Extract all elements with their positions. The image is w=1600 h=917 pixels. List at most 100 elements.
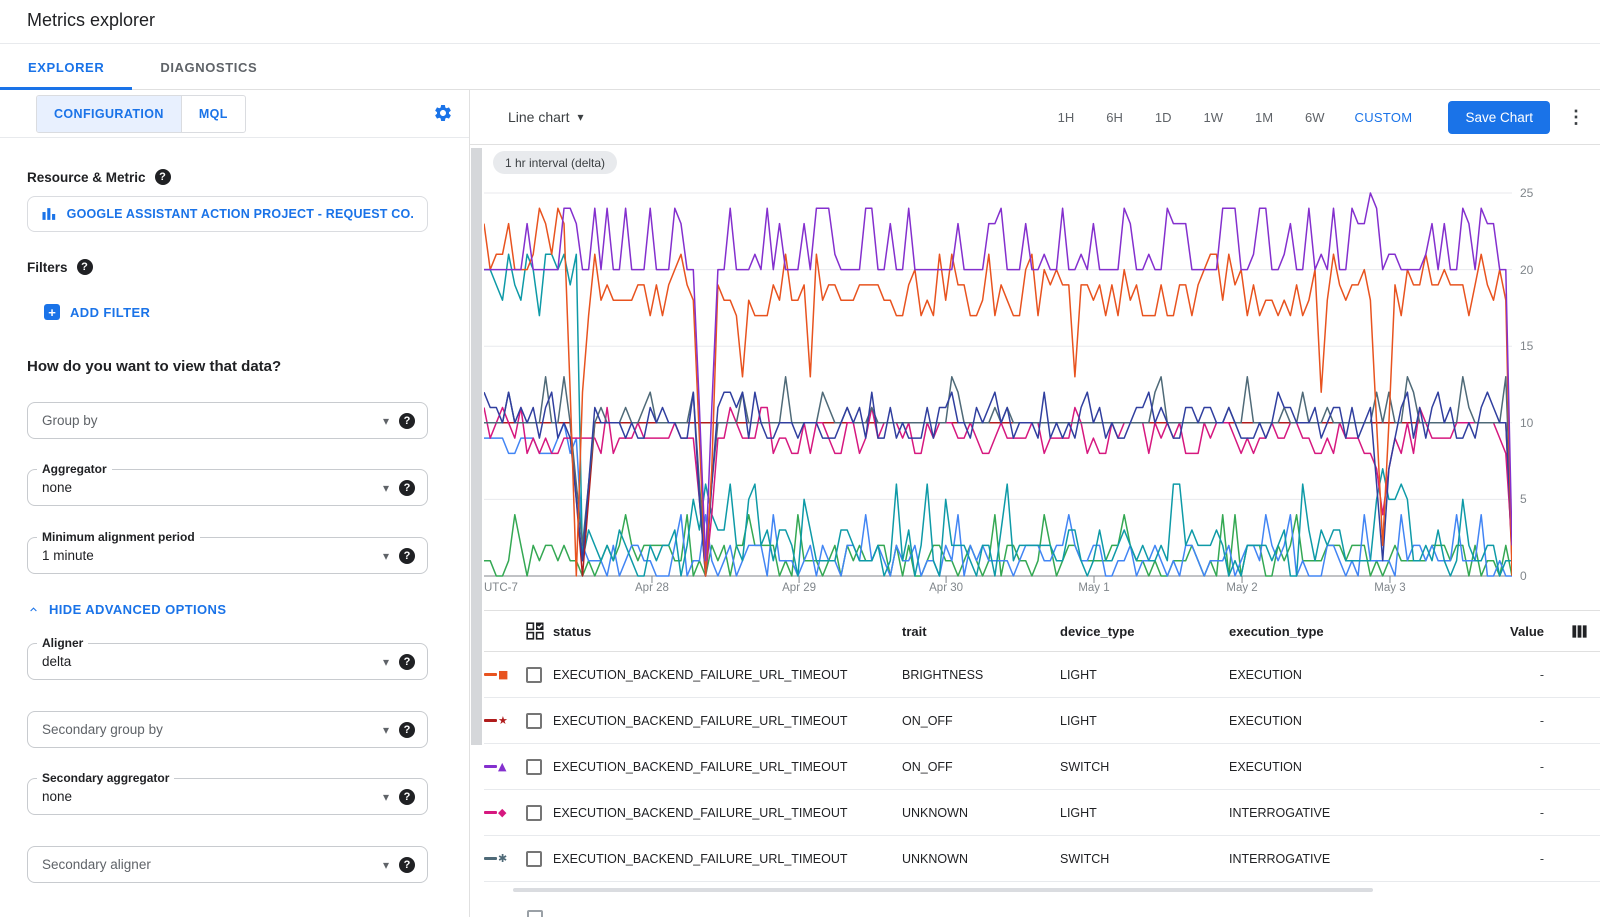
min-alignment-select[interactable]: Minimum alignment period 1 minute ▾ ? [27,537,428,574]
range-custom[interactable]: CUSTOM [1355,110,1413,125]
column-header-status[interactable]: status [553,624,902,639]
secondary-aggregator-label: Secondary aggregator [37,771,174,785]
chart-panel: Line chart ▾ CUSTOM 1H 6H 1D 1W 1M 6W Save Ch… [470,90,1600,917]
settings-gear-icon[interactable] [433,103,453,123]
chevron-down-icon: ▾ [383,790,389,804]
help-icon[interactable]: ? [399,480,415,496]
mode-mql-button[interactable]: MQL [181,96,245,132]
interval-chip: 1 hr interval (delta) [493,151,617,174]
view-data-heading: How do you want to view that data? [27,358,281,375]
secondary-aggregator-select[interactable]: Secondary aggregator none ▾ ? [27,778,428,815]
resource-metric-label-row: Resource & Metric ? [27,169,171,185]
range-1h[interactable]: 1H [1058,110,1075,125]
select-all-series-icon[interactable] [526,622,544,640]
mode-configuration-button[interactable]: CONFIGURATION [37,96,181,132]
series-checkbox[interactable] [527,910,543,917]
series-checkbox[interactable] [526,759,542,775]
column-settings-icon[interactable] [1571,623,1588,640]
help-icon[interactable]: ? [399,857,415,873]
aggregator-label: Aggregator [37,462,112,476]
x-tick-label: May 1 [1054,582,1134,594]
resource-metric-value: GOOGLE ASSISTANT ACTION PROJECT - REQUES… [67,207,414,221]
help-icon[interactable]: ? [77,259,93,275]
cell-trait: BRIGHTNESS [902,668,1060,682]
hide-advanced-options-toggle[interactable]: HIDE ADVANCED OPTIONS [27,602,226,617]
range-6h[interactable]: 6H [1106,110,1123,125]
aligner-value: delta [42,654,383,669]
range-1m[interactable]: 1M [1255,110,1273,125]
range-6w[interactable]: 6W [1305,110,1325,125]
chevron-down-icon: ▾ [383,549,389,563]
resource-metric-selector[interactable]: GOOGLE ASSISTANT ACTION PROJECT - REQUES… [27,196,428,232]
configuration-panel: CONFIGURATION MQL Resource & Metric ? GO… [0,90,470,917]
x-tick-label: Apr 30 [906,582,986,594]
table-row[interactable]: ◆EXECUTION_BACKEND_FAILURE_URL_TIMEOUTUN… [484,790,1600,836]
bar-chart-icon [41,206,57,222]
series-checkbox[interactable] [526,805,542,821]
table-row[interactable]: ■ EXECUTION_BACKEND_FAILURE_URL_TIMEOUTBR… [484,652,1600,698]
cell-device-type: LIGHT [1060,668,1229,682]
table-row[interactable]: ▲EXECUTION_BACKEND_FAILURE_URL_TIMEOUTON… [484,744,1600,790]
column-header-execution-type[interactable]: execution_type [1229,624,1449,639]
series-line-sample [484,673,497,676]
column-header-device-type[interactable]: device_type [1060,624,1229,639]
line-chart-plot[interactable] [484,190,1512,586]
cell-value: - [1449,806,1544,820]
secondary-group-by-placeholder: Secondary group by [42,722,383,737]
chevron-down-icon: ▾ [383,655,389,669]
cell-device-type: SWITCH [1060,760,1229,774]
aggregator-select[interactable]: Aggregator none ▾ ? [27,469,428,506]
min-alignment-label: Minimum alignment period [37,530,200,544]
kebab-menu-icon[interactable]: ⋮ [1566,107,1586,128]
y-tick-label: 20 [1520,263,1550,277]
save-chart-button[interactable]: Save Chart [1448,101,1550,134]
help-icon[interactable]: ? [399,413,415,429]
table-row[interactable]: ★EXECUTION_BACKEND_FAILURE_URL_TIMEOUTON… [484,698,1600,744]
secondary-aggregator-value: none [42,789,383,804]
square-marker-icon: ■ [498,669,508,680]
page-header: Metrics explorer [0,0,1600,44]
secondary-group-by-select[interactable]: Secondary group by ▾ ? [27,711,428,748]
series-line-sample [484,811,497,814]
cell-execution-type: EXECUTION [1229,668,1449,682]
y-tick-label: 5 [1520,492,1550,506]
group-by-select[interactable]: Group by ▾ ? [27,402,428,439]
filters-label-row: Filters ? [27,259,93,275]
cell-status: EXECUTION_BACKEND_FAILURE_URL_TIMEOUT [553,760,902,774]
cell-execution-type: EXECUTION [1229,714,1449,728]
chevron-down-icon: ▾ [383,414,389,428]
y-tick-label: 0 [1520,569,1550,583]
help-icon[interactable]: ? [399,722,415,738]
legend-table: status trait device_type execution_type … [484,610,1600,882]
help-icon[interactable]: ? [399,789,415,805]
cell-execution-type: INTERROGATIVE [1229,806,1449,820]
series-checkbox[interactable] [526,667,542,683]
help-icon[interactable]: ? [155,169,171,185]
metrics-explorer-app: Metrics explorer EXPLORER DIAGNOSTICS CO… [0,0,1600,917]
table-row[interactable]: ✱EXECUTION_BACKEND_FAILURE_URL_TIMEOUTUN… [484,836,1600,882]
y-tick-label: 10 [1520,416,1550,430]
range-1d[interactable]: 1D [1155,110,1172,125]
column-header-trait[interactable]: trait [902,624,1060,639]
horizontal-scrollbar[interactable] [513,888,1373,892]
vertical-scrollbar[interactable] [471,148,482,745]
column-header-value[interactable]: Value [1449,624,1544,639]
help-icon[interactable]: ? [399,654,415,670]
cell-status: EXECUTION_BACKEND_FAILURE_URL_TIMEOUT [553,668,902,682]
range-1w[interactable]: 1W [1203,110,1223,125]
series-checkbox[interactable] [526,713,542,729]
secondary-aligner-select[interactable]: Secondary aligner ▾ ? [27,846,428,883]
cell-trait: ON_OFF [902,760,1060,774]
add-filter-button[interactable]: + ADD FILTER [44,304,150,320]
chevron-up-icon [27,603,40,616]
y-tick-label: 15 [1520,339,1550,353]
hide-advanced-options-label: HIDE ADVANCED OPTIONS [49,602,226,617]
tab-explorer[interactable]: EXPLORER [0,44,132,90]
help-icon[interactable]: ? [399,548,415,564]
tab-diagnostics[interactable]: DIAGNOSTICS [132,44,285,90]
y-tick-label: 25 [1520,186,1550,200]
aligner-select[interactable]: Aligner delta ▾ ? [27,643,428,680]
series-line-sample [484,765,497,768]
chart-type-dropdown[interactable]: Line chart ▾ [508,109,584,125]
series-checkbox[interactable] [526,851,542,867]
